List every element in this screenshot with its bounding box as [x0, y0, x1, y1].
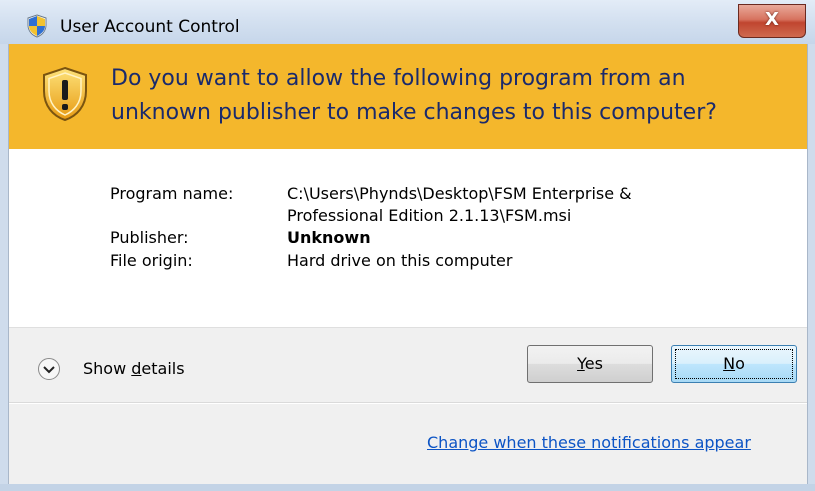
program-details: Program name: C:\Users\Phynds\Desktop\FS… — [9, 149, 807, 327]
close-button[interactable]: X — [738, 4, 806, 38]
show-details-text-a: Show — [83, 359, 132, 378]
warning-line-1: Do you want to allow the following progr… — [111, 66, 686, 91]
warning-banner: Do you want to allow the following progr… — [9, 44, 807, 150]
title-bar[interactable]: User Account Control X — [0, 0, 815, 44]
show-details-button[interactable]: Show details — [83, 358, 185, 380]
change-notifications-link[interactable]: Change when these notifications appear — [427, 432, 751, 454]
window-title: User Account Control — [60, 17, 240, 37]
show-details-mnemonic: d — [131, 359, 142, 378]
no-button[interactable]: No — [671, 345, 797, 383]
close-icon: X — [765, 9, 779, 30]
focus-ring — [675, 349, 793, 379]
publisher-label: Publisher: — [110, 228, 189, 247]
file-origin-label: File origin: — [110, 251, 193, 270]
window-bottom-frame — [0, 484, 815, 491]
footer-divider-highlight — [9, 403, 807, 404]
yes-label: es — [584, 354, 603, 373]
program-name-label: Program name: — [110, 184, 234, 203]
uac-shield-icon — [27, 14, 47, 38]
file-origin-value: Hard drive on this computer — [287, 251, 513, 270]
warning-line-2: unknown publisher to make changes to thi… — [111, 100, 717, 125]
yes-mnemonic: Y — [577, 354, 585, 373]
chevron-down-icon[interactable] — [37, 357, 61, 381]
publisher-value: Unknown — [287, 228, 371, 247]
show-details-text-b: etails — [141, 359, 185, 378]
program-name-value-line-1: C:\Users\Phynds\Desktop\FSM Enterprise & — [287, 184, 632, 203]
program-name-value-line-2: Professional Edition 2.1.13\FSM.msi — [287, 206, 572, 225]
uac-dialog-window: User Account Control X Do you want to al — [0, 0, 815, 491]
yes-button[interactable]: Yes — [527, 345, 653, 383]
warning-question: Do you want to allow the following progr… — [111, 62, 791, 130]
shield-warning-icon — [43, 66, 87, 122]
dialog-footer: Show details Yes No Change when these no… — [9, 328, 807, 484]
dialog-content: Do you want to allow the following progr… — [8, 44, 808, 484]
